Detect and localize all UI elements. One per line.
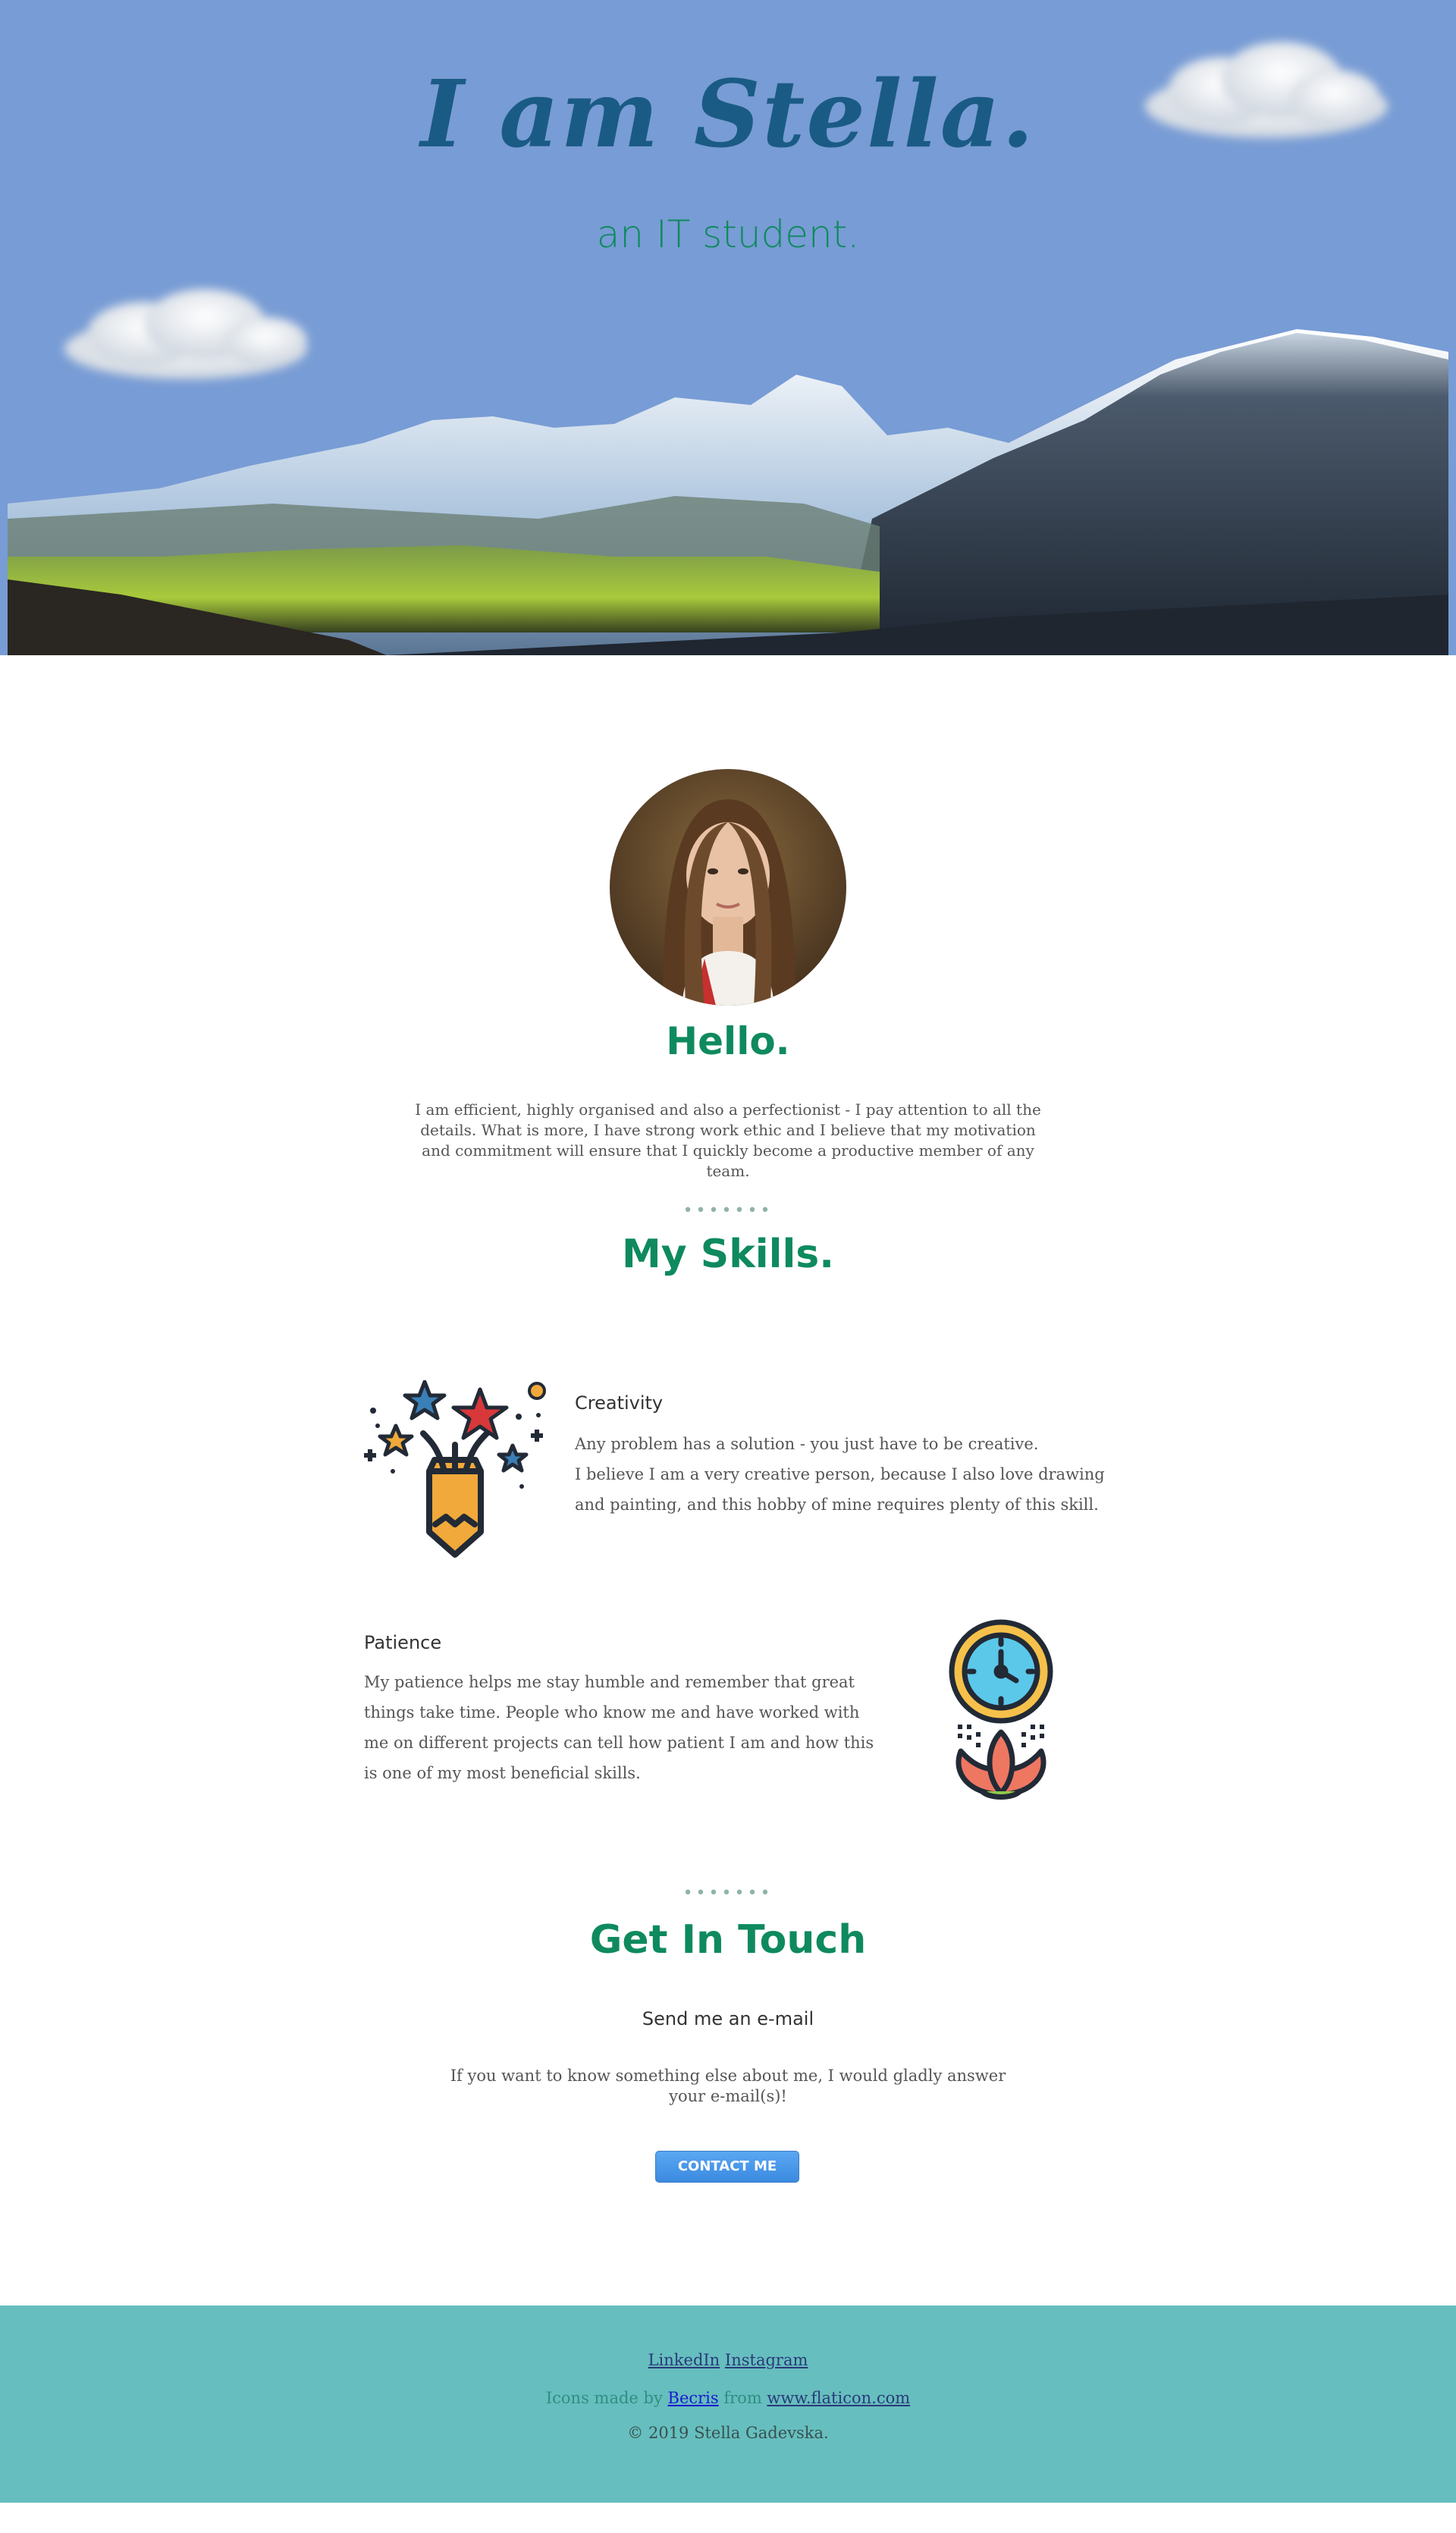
skill-creativity-line-2: I believe I am a very creative person, b… <box>575 1465 1105 1514</box>
icon-credit: Icons made by Becris from www.flaticon.c… <box>0 2389 1456 2407</box>
hero-subtitle: an IT student. <box>596 212 860 256</box>
contact-section: ••••••• Get In Touch Send me an e-mail I… <box>0 1884 1456 2305</box>
skill-creativity-text: Any problem has a solution - you just ha… <box>575 1429 1106 1520</box>
hero-title: I am Stella. <box>420 59 1036 168</box>
hello-heading: Hello. <box>666 1019 790 1063</box>
skill-patience-title: Patience <box>364 1632 442 1653</box>
skill-creativity-line-1: Any problem has a solution - you just ha… <box>575 1435 1039 1453</box>
profile-avatar <box>610 769 846 1006</box>
contact-me-button[interactable]: CONTACT ME <box>655 2151 799 2183</box>
contact-heading: Get In Touch <box>589 1917 867 1963</box>
footer-social-links: LinkedIn Instagram <box>0 2351 1456 2369</box>
hero-section: I am Stella. an IT student. <box>0 0 1456 655</box>
flaticon-link[interactable]: www.flaticon.com <box>767 2389 910 2407</box>
skill-creativity-title: Creativity <box>575 1392 664 1414</box>
about-section: Hello. I am efficient, highly organised … <box>0 655 1456 1201</box>
skills-section: ••••••• My Skills. Creativity Any proble… <box>0 1201 1456 1884</box>
linkedin-link[interactable]: LinkedIn <box>648 2351 720 2369</box>
mountain-landscape-image <box>8 329 1448 655</box>
section-separator: ••••••• <box>682 1884 774 1903</box>
about-text: I am efficient, highly organised and als… <box>415 1100 1041 1180</box>
credit-prefix: Icons made by <box>545 2389 663 2407</box>
profile-photo-image <box>610 769 846 1006</box>
creativity-pencil-stars-icon <box>364 1380 546 1558</box>
credit-from: from <box>723 2389 762 2407</box>
contact-subheading: Send me an e-mail <box>642 2008 814 2029</box>
patience-clock-lotus-icon <box>949 1619 1053 1800</box>
instagram-link[interactable]: Instagram <box>725 2351 808 2369</box>
copyright-text: © 2019 Stella Gadevska. <box>627 2424 829 2442</box>
skill-patience-text: My patience helps me stay humble and rem… <box>364 1673 874 1782</box>
section-separator: ••••••• <box>682 1201 774 1220</box>
contact-text: If you want to know something else about… <box>450 2067 1006 2105</box>
footer: LinkedIn Instagram Icons made by Becris … <box>0 2305 1456 2503</box>
skills-heading: My Skills. <box>622 1232 834 1277</box>
credit-author-link[interactable]: Becris <box>668 2389 719 2407</box>
